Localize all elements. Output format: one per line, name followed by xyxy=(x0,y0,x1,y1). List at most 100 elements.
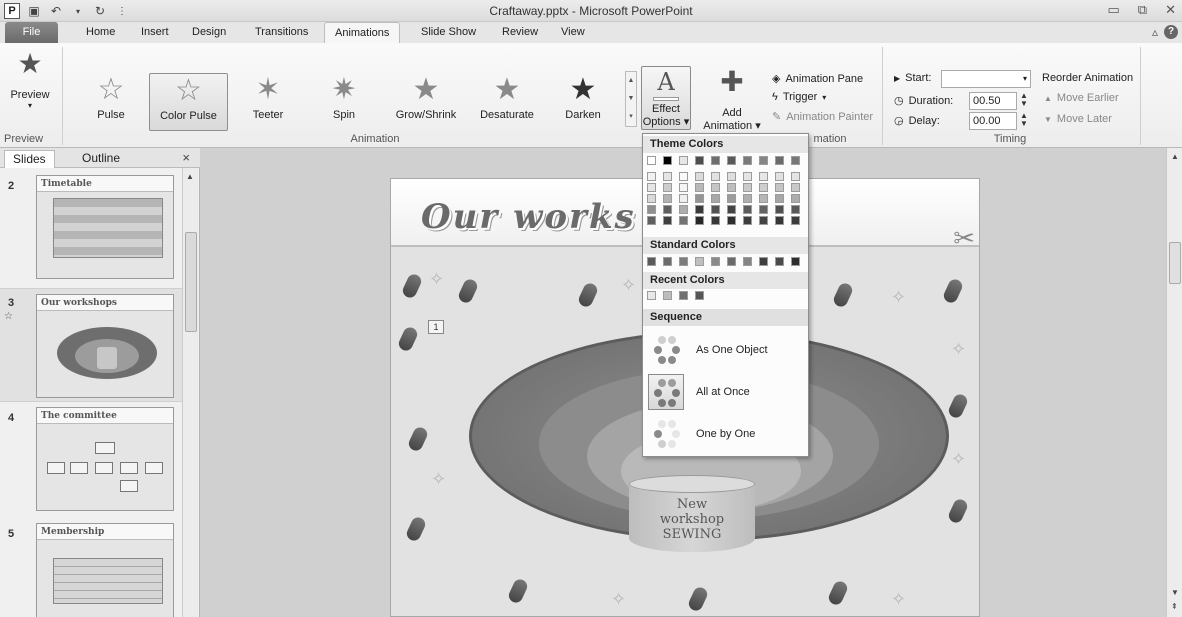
tab-review[interactable]: Review xyxy=(492,22,548,43)
scroll-up-icon[interactable]: ▲ xyxy=(186,172,194,181)
theme-color-swatch[interactable] xyxy=(679,216,688,225)
slide-thumbnail-2[interactable]: 2 Timetable xyxy=(0,172,182,282)
sequence-all-at-once[interactable]: All at Once xyxy=(645,372,806,412)
theme-color-swatch[interactable] xyxy=(695,205,704,214)
slide-thumbnail-3[interactable]: 3 ☆ Our workshops xyxy=(0,288,182,402)
theme-color-swatch[interactable] xyxy=(679,205,688,214)
standard-color-swatch[interactable] xyxy=(727,257,736,266)
animation-pane-button[interactable]: ◈ Animation Pane xyxy=(772,72,863,86)
theme-color-swatch[interactable] xyxy=(775,194,784,203)
theme-color-swatch[interactable] xyxy=(727,172,736,181)
theme-color-swatch[interactable] xyxy=(727,205,736,214)
theme-color-swatch[interactable] xyxy=(679,194,688,203)
theme-color-swatch[interactable] xyxy=(695,183,704,192)
theme-color-swatch[interactable] xyxy=(663,216,672,225)
tab-animations[interactable]: Animations xyxy=(324,22,401,43)
slides-scrollbar[interactable]: ▲ xyxy=(182,168,198,617)
tab-view[interactable]: View xyxy=(551,22,595,43)
delay-input[interactable]: 00.00 xyxy=(969,112,1017,130)
theme-color-swatch[interactable] xyxy=(711,183,720,192)
theme-color-swatch[interactable] xyxy=(679,156,688,165)
theme-color-swatch[interactable] xyxy=(727,216,736,225)
theme-color-swatch[interactable] xyxy=(759,205,768,214)
add-animation-button[interactable]: ✚ Add Animation ▾ xyxy=(702,63,762,143)
close-window-icon[interactable]: ✕ xyxy=(1165,2,1176,18)
standard-color-swatch[interactable] xyxy=(743,257,752,266)
theme-color-swatch[interactable] xyxy=(711,172,720,181)
restore-icon[interactable]: ⧉ xyxy=(1138,2,1147,18)
theme-color-swatch[interactable] xyxy=(791,216,800,225)
theme-color-swatch[interactable] xyxy=(759,156,768,165)
sequence-as-one-object[interactable]: As One Object xyxy=(645,330,806,370)
slide-title[interactable]: Our works xyxy=(421,197,636,237)
theme-color-swatch[interactable] xyxy=(727,183,736,192)
theme-color-swatch[interactable] xyxy=(759,194,768,203)
theme-color-swatch[interactable] xyxy=(695,156,704,165)
slide-thumbnail-5[interactable]: 5 Membership xyxy=(0,520,182,617)
editor-scrollbar[interactable]: ▲ ▼ ⇞ xyxy=(1166,148,1182,617)
recent-color-swatch[interactable] xyxy=(679,291,688,300)
theme-color-swatch[interactable] xyxy=(663,156,672,165)
trigger-button[interactable]: ϟ Trigger ▾ xyxy=(772,91,826,103)
theme-color-swatch[interactable] xyxy=(743,183,752,192)
theme-color-swatch[interactable] xyxy=(711,156,720,165)
tab-home[interactable]: Home xyxy=(76,22,125,43)
gallery-up-icon[interactable]: ▲ xyxy=(626,72,636,90)
theme-color-swatch[interactable] xyxy=(791,172,800,181)
theme-color-swatch[interactable] xyxy=(647,205,656,214)
theme-color-swatch[interactable] xyxy=(759,172,768,181)
tab-insert[interactable]: Insert xyxy=(131,22,179,43)
delay-spinner[interactable]: ▲ ▼ xyxy=(1019,112,1029,130)
theme-color-swatch[interactable] xyxy=(791,205,800,214)
tab-slides[interactable]: Slides xyxy=(4,150,55,168)
standard-color-swatch[interactable] xyxy=(791,257,800,266)
effect-grow-shrink[interactable]: ★ Grow/Shrink xyxy=(388,73,464,131)
animation-order-tag[interactable]: 1 xyxy=(428,320,444,334)
theme-color-swatch[interactable] xyxy=(695,172,704,181)
theme-color-swatch[interactable] xyxy=(743,205,752,214)
standard-color-swatch[interactable] xyxy=(647,257,656,266)
effect-options-button[interactable]: A Effect Options ▾ xyxy=(641,66,691,130)
theme-color-swatch[interactable] xyxy=(759,183,768,192)
theme-color-swatch[interactable] xyxy=(711,194,720,203)
move-later-button[interactable]: ▼ Move Later xyxy=(1044,113,1112,125)
recent-color-swatch[interactable] xyxy=(647,291,656,300)
gallery-scroll[interactable]: ▲ ▼ ▾ xyxy=(625,71,637,127)
theme-color-swatch[interactable] xyxy=(647,156,656,165)
theme-color-swatch[interactable] xyxy=(791,156,800,165)
effect-desaturate[interactable]: ★ Desaturate xyxy=(474,73,540,131)
theme-color-swatch[interactable] xyxy=(647,216,656,225)
theme-color-swatch[interactable] xyxy=(759,216,768,225)
effect-spin[interactable]: ✷ Spin xyxy=(314,73,374,131)
effect-teeter[interactable]: ✶ Teeter xyxy=(238,73,298,131)
theme-color-swatch[interactable] xyxy=(791,194,800,203)
effect-pulse[interactable]: ☆ Pulse xyxy=(84,73,138,131)
theme-color-swatch[interactable] xyxy=(711,205,720,214)
previous-slide-icon[interactable]: ⇞ xyxy=(1171,602,1178,611)
sequence-one-by-one[interactable]: One by One xyxy=(645,414,806,454)
tab-file[interactable]: File xyxy=(5,22,58,43)
tab-slide-show[interactable]: Slide Show xyxy=(411,22,486,43)
editor-scroll-up-icon[interactable]: ▲ xyxy=(1171,152,1179,161)
tab-design[interactable]: Design xyxy=(182,22,236,43)
standard-color-swatch[interactable] xyxy=(759,257,768,266)
theme-color-swatch[interactable] xyxy=(743,194,752,203)
slide-thumbnail-4[interactable]: 4 The committee xyxy=(0,404,182,514)
theme-color-swatch[interactable] xyxy=(775,205,784,214)
animation-painter-button[interactable]: ✎ Animation Painter xyxy=(772,110,873,124)
standard-color-swatch[interactable] xyxy=(775,257,784,266)
tab-transitions[interactable]: Transitions xyxy=(245,22,318,43)
theme-color-swatch[interactable] xyxy=(775,156,784,165)
theme-color-swatch[interactable] xyxy=(647,172,656,181)
theme-color-swatch[interactable] xyxy=(711,216,720,225)
tab-outline[interactable]: Outline xyxy=(74,150,128,168)
theme-color-swatch[interactable] xyxy=(695,216,704,225)
effect-color-pulse[interactable]: ☆ Color Pulse xyxy=(149,73,228,131)
standard-color-swatch[interactable] xyxy=(679,257,688,266)
theme-color-swatch[interactable] xyxy=(743,216,752,225)
theme-color-swatch[interactable] xyxy=(743,172,752,181)
recent-color-swatch[interactable] xyxy=(695,291,704,300)
theme-color-swatch[interactable] xyxy=(647,183,656,192)
theme-color-swatch[interactable] xyxy=(679,183,688,192)
gallery-down-icon[interactable]: ▼ xyxy=(626,90,636,108)
